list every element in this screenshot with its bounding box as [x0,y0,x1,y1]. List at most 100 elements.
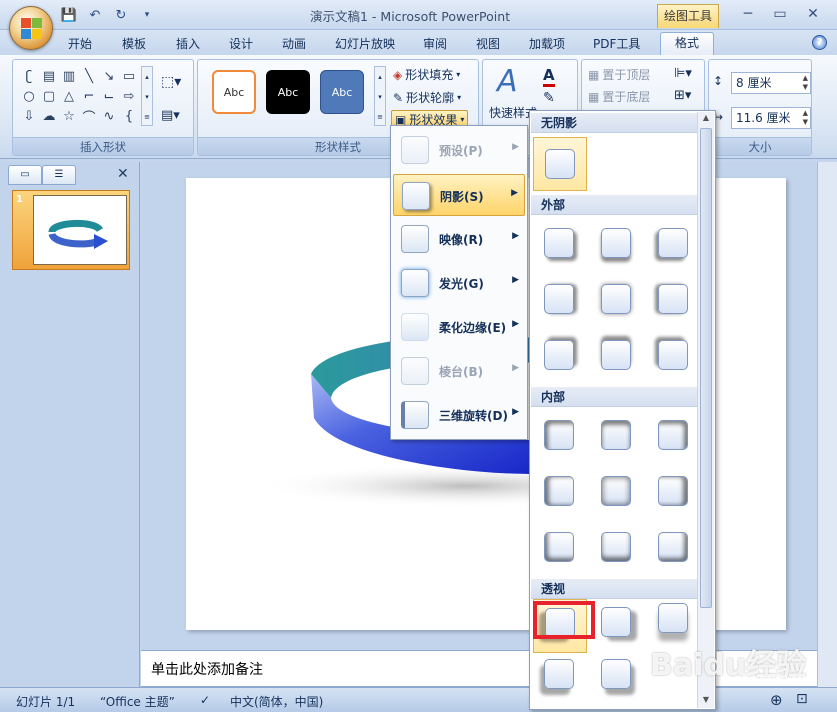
shape-right-arrow-icon[interactable]: ⇨ [119,86,139,106]
shape-star-icon[interactable]: ☆ [59,106,79,126]
height-spinner[interactable]: ▲ ▼ [803,74,808,92]
office-button[interactable] [9,6,53,50]
tab-slideshow[interactable]: 幻灯片放映 [335,34,395,55]
shape-freeform-icon[interactable]: ʗ [19,66,39,86]
theme-name[interactable]: “Office 主题” [100,693,175,710]
canvas-vertical-scrollbar[interactable] [817,162,837,687]
shadow-option-inner-9[interactable] [647,521,701,575]
slide-thumbnail-1[interactable]: 1 [12,190,130,270]
menu-soft-edges[interactable]: 柔化边缘(E) ▶ [393,306,525,348]
menu-glow[interactable]: 发光(G) ▶ [393,262,525,304]
shadow-option-inner-8[interactable] [590,521,644,575]
style-sample-black[interactable]: Abc [266,70,310,114]
zoom-in-icon[interactable]: ⊕ [770,691,783,709]
shadow-option-inner-4[interactable] [533,465,587,519]
shadow-option-outer-9[interactable] [647,329,701,383]
shape-vtextbox-icon[interactable]: ▥ [59,66,79,86]
help-icon[interactable]: ? [812,35,827,50]
undo-icon[interactable]: ↶ [84,5,106,25]
shadow-option-perspective-4[interactable] [533,655,587,709]
style-sample-blue[interactable]: Abc [320,70,364,114]
minimize-button[interactable]: ─ [735,5,761,25]
shape-wave-icon[interactable]: ∿ [99,106,119,126]
tab-slides-icon[interactable]: ▭ [8,165,42,185]
shape-line-icon[interactable]: ╲ [79,66,99,86]
shadow-option-outer-8[interactable] [590,329,644,383]
save-icon[interactable]: 💾 [58,5,80,25]
redo-icon[interactable]: ↻ [110,5,132,25]
shadow-option-inner-7[interactable] [533,521,587,575]
height-input[interactable]: 8 厘米 ▲ ▼ [731,72,811,94]
gallery-scrollbar[interactable]: ▲ ▼ [697,112,714,708]
tab-outline-icon[interactable]: ☰ [42,165,76,185]
shadow-option-outer-3[interactable] [647,217,701,271]
shadow-option-outer-6[interactable] [647,273,701,327]
tab-review[interactable]: 审阅 [423,34,447,55]
shadow-option-inner-5[interactable] [590,465,644,519]
shape-elbow-icon[interactable]: ⌐ [79,86,99,106]
menu-shadow[interactable]: 阴影(S) ▶ [393,174,525,216]
width-input[interactable]: 11.6 厘米 ▲ ▼ [731,107,811,129]
shadow-option-inner-2[interactable] [590,409,644,463]
language-indicator[interactable]: 中文(简体，中国) [230,693,323,710]
text-outline-icon[interactable]: ✎ [543,90,555,106]
shadow-option-outer-5[interactable] [590,273,644,327]
panel-close-icon[interactable]: ✕ [117,166,129,182]
tab-pdf-tools[interactable]: PDF工具 [593,34,640,55]
tab-home[interactable]: 开始 [68,34,92,55]
customize-qat-icon[interactable]: ▾ [136,5,158,25]
shadow-option-inner-6[interactable] [647,465,701,519]
group-objects-icon[interactable]: ⊞▾ [674,88,691,103]
tab-format[interactable]: 格式 [660,32,715,56]
shadow-option-outer-7[interactable] [533,329,587,383]
shape-outline-button[interactable]: ✎ 形状轮廓 ▾ [393,89,461,106]
shape-curve-icon[interactable]: ⌒ [79,106,99,126]
menu-reflection[interactable]: 映像(R) ▶ [393,218,525,260]
spellcheck-icon[interactable]: ✓ [200,693,210,707]
shadow-option-perspective-2[interactable] [590,599,644,653]
send-to-back-button[interactable]: ▦ 置于底层 [588,88,650,105]
text-fill-icon[interactable]: A [543,66,555,87]
align-icon[interactable]: ⊫▾ [674,66,692,81]
shape-fill-button[interactable]: ◈ 形状填充 ▾ [393,66,460,83]
shape-rounded-rect-icon[interactable]: ▢ [39,86,59,106]
tab-addins[interactable]: 加载项 [529,34,565,55]
bring-to-front-button[interactable]: ▦ 置于顶层 [588,66,650,83]
tab-animation[interactable]: 动画 [282,34,306,55]
scroll-thumb[interactable] [700,128,712,608]
shadow-option-perspective-5[interactable] [590,655,644,709]
close-button[interactable]: ✕ [800,5,826,25]
shape-brace-icon[interactable]: { [119,106,139,126]
shadow-option-inner-3[interactable] [647,409,701,463]
text-box-icon[interactable]: ▤▾ [161,108,180,123]
shape-textbox-icon[interactable]: ▤ [39,66,59,86]
maximize-button[interactable]: ▭ [767,5,793,25]
shape-triangle-icon[interactable]: △ [59,86,79,106]
width-spinner[interactable]: ▲ ▼ [803,109,808,127]
menu-3d-rotation[interactable]: 三维旋转(D) ▶ [393,394,525,436]
wordart-quick-style-icon[interactable]: A [497,64,518,99]
shadow-option-outer-1[interactable] [533,217,587,271]
style-sample-orange[interactable]: Abc [212,70,256,114]
shadow-option-outer-4[interactable] [533,273,587,327]
shape-arrow-line-icon[interactable]: ↘ [99,66,119,86]
style-gallery-scroll[interactable]: ▴ ▾ ≡ [374,66,386,126]
edit-shape-icon[interactable]: ⬚▾ [161,74,181,90]
menu-bevel[interactable]: 棱台(B) ▶ [393,350,525,392]
shadow-option-inner-1[interactable] [533,409,587,463]
shape-elbow-arrow-icon[interactable]: ⌙ [99,86,119,106]
tab-insert[interactable]: 插入 [176,34,200,55]
tab-templates[interactable]: 模板 [122,34,146,55]
fit-window-icon[interactable]: ⊡ [796,691,808,707]
tab-view[interactable]: 视图 [476,34,500,55]
scroll-down-icon[interactable]: ▼ [700,695,712,707]
scroll-up-icon[interactable]: ▲ [700,113,712,125]
shadow-option-outer-2[interactable] [590,217,644,271]
shadow-option-none[interactable] [533,137,587,191]
shape-oval-icon[interactable]: ○ [19,86,39,106]
shape-down-arrow-icon[interactable]: ⇩ [19,106,39,126]
shape-gallery-scroll[interactable]: ▴ ▾ ≡ [141,66,153,126]
shape-cloud-icon[interactable]: ☁ [39,106,59,126]
shape-rectangle-icon[interactable]: ▭ [119,66,139,86]
menu-preset[interactable]: 预设(P) ▶ [393,129,525,171]
